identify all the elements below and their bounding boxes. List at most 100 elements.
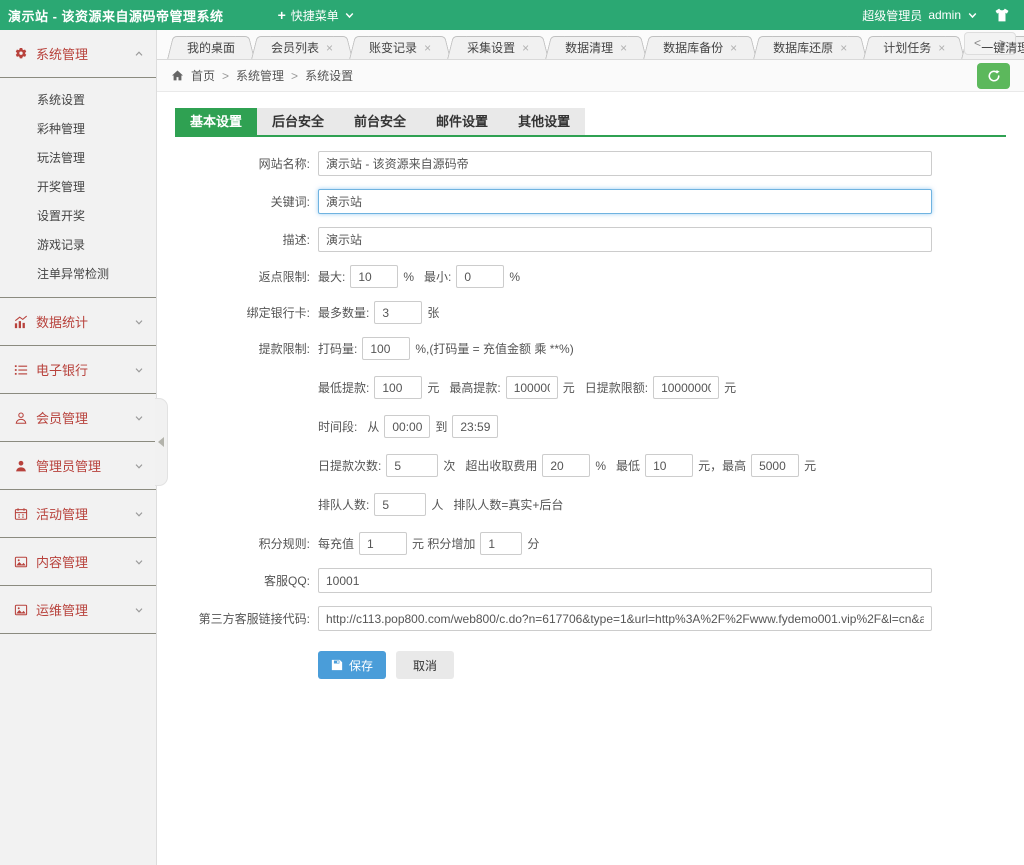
time-from-input[interactable] (384, 415, 430, 438)
tab-db-restore[interactable]: 数据库还原× (764, 36, 856, 59)
tab-data-cleanup[interactable]: 数据清理× (556, 36, 636, 59)
sidebar-group-stats[interactable]: 数据统计 (0, 298, 156, 346)
service-link-input[interactable] (318, 606, 932, 631)
tshirt-skin-icon[interactable] (994, 7, 1010, 23)
yuan-unit: 元 (427, 379, 439, 396)
sidebar-group-label: 数据统计 (36, 312, 88, 331)
bar-chart-icon (12, 315, 29, 329)
sidebar-group-members[interactable]: 会员管理 (0, 394, 156, 442)
points-rule-label: 积分规则: (175, 535, 310, 552)
close-icon[interactable]: × (522, 41, 529, 55)
close-icon[interactable]: × (620, 41, 627, 55)
fee-max-input[interactable] (751, 454, 799, 477)
sidebar-item-play-method[interactable]: 玩法管理 (0, 143, 156, 172)
bank-card-label: 绑定银行卡: (175, 304, 310, 321)
sidebar-group-ebank[interactable]: 电子银行 (0, 346, 156, 394)
tab-other-settings[interactable]: 其他设置 (503, 108, 585, 135)
daily-limit-label: 日提款限额: (585, 379, 648, 396)
sidebar-group-activity[interactable]: 活动管理 (0, 490, 156, 538)
fee-min-input[interactable] (645, 454, 693, 477)
sidebar-group-content[interactable]: 内容管理 (0, 538, 156, 586)
withdraw-min-label: 最低提款: (318, 379, 369, 396)
chevron-up-icon (134, 49, 144, 59)
sidebar-item-lottery-type[interactable]: 彩种管理 (0, 114, 156, 143)
close-icon[interactable]: × (840, 41, 847, 55)
queue-input[interactable] (374, 493, 426, 516)
sidebar-group-admins[interactable]: 管理员管理 (0, 442, 156, 490)
tab-basic-settings[interactable]: 基本设置 (175, 108, 257, 135)
daily-limit-input[interactable] (653, 376, 719, 399)
withdraw-max-input[interactable] (506, 376, 558, 399)
percent-unit: % (595, 459, 606, 473)
breadcrumb-page[interactable]: 系统设置 (305, 67, 353, 84)
close-icon[interactable]: × (730, 41, 737, 55)
daily-times-label: 日提款次数: (318, 457, 381, 474)
rebate-min-input[interactable] (456, 265, 504, 288)
sidebar-item-system-settings[interactable]: 系统设置 (0, 85, 156, 114)
sidebar-item-game-records[interactable]: 游戏记录 (0, 230, 156, 259)
sidebar-item-draw-set[interactable]: 设置开奖 (0, 201, 156, 230)
user-menu[interactable]: 超级管理员 admin (862, 7, 978, 24)
breadcrumb-separator: > (222, 69, 229, 83)
sidebar-group-ops[interactable]: 运维管理 (0, 586, 156, 634)
tab-my-desktop[interactable]: 我的桌面 (178, 36, 244, 59)
breadcrumb-home[interactable]: 首页 (191, 67, 215, 84)
tab-scheduled-tasks[interactable]: 计划任务× (874, 36, 954, 59)
tab-member-list[interactable]: 会员列表× (262, 36, 342, 59)
over-fee-input[interactable] (542, 454, 590, 477)
points-add-input[interactable] (480, 532, 522, 555)
user-solid-icon (12, 459, 29, 473)
queue-row: 排队人数: 人 排队人数=真实+后台 (175, 493, 1006, 516)
tab-frontend-security[interactable]: 前台安全 (339, 108, 421, 135)
points-add-label: 元 积分增加 (412, 535, 475, 552)
bank-count-input[interactable] (374, 301, 422, 324)
breadcrumb: 首页 > 系统管理 > 系统设置 (157, 60, 1024, 92)
tab-collect-settings[interactable]: 采集设置× (458, 36, 538, 59)
points-per-input[interactable] (359, 532, 407, 555)
description-input[interactable] (318, 227, 932, 252)
breadcrumb-section[interactable]: 系统管理 (236, 67, 284, 84)
sidebar-group-label: 系统管理 (36, 44, 88, 63)
save-button[interactable]: 保存 (318, 651, 386, 679)
sidebar: 系统管理 系统设置 彩种管理 玩法管理 开奖管理 设置开奖 游戏记录 注单异常检… (0, 30, 157, 865)
percent-unit: % (509, 270, 520, 284)
sidebar-item-bet-anomaly[interactable]: 注单异常检测 (0, 259, 156, 288)
header-right-area: 超级管理员 admin (862, 7, 1010, 24)
image-icon (12, 603, 29, 617)
cancel-button-label: 取消 (413, 659, 437, 673)
chevron-down-icon (134, 317, 144, 327)
tab-mail-settings[interactable]: 邮件设置 (421, 108, 503, 135)
quick-menu-button[interactable]: + 快捷菜单 (278, 7, 355, 24)
site-name-input[interactable] (318, 151, 932, 176)
yuan-unit: 元 (563, 379, 575, 396)
rebate-max-input[interactable] (350, 265, 398, 288)
percent-unit: % (403, 270, 414, 284)
rebate-limit-label: 返点限制: (175, 268, 310, 285)
refresh-button[interactable] (977, 63, 1010, 89)
cancel-button[interactable]: 取消 (396, 651, 454, 679)
turnover-input[interactable] (362, 337, 410, 360)
close-icon[interactable]: × (424, 41, 431, 55)
sidebar-group-label: 电子银行 (36, 360, 88, 379)
queue-note: 排队人数=真实+后台 (453, 496, 563, 513)
open-tabs-bar: 我的桌面 会员列表× 账变记录× 采集设置× 数据清理× 数据库备份× 数据库还… (157, 30, 1024, 60)
close-icon[interactable]: × (326, 41, 333, 55)
tab-db-backup[interactable]: 数据库备份× (654, 36, 746, 59)
sidebar-collapse-handle[interactable] (155, 398, 168, 486)
time-to-input[interactable] (452, 415, 498, 438)
tab-account-change-log[interactable]: 账变记录× (360, 36, 440, 59)
description-row: 描述: (175, 227, 1006, 252)
app-window: 演示站 - 该资源来自源码帝管理系统 + 快捷菜单 超级管理员 admin (0, 0, 1024, 865)
sidebar-group-system[interactable]: 系统管理 (0, 30, 156, 78)
daily-times-input[interactable] (386, 454, 438, 477)
withdraw-min-input[interactable] (374, 376, 422, 399)
bank-count-unit: 张 (427, 304, 439, 321)
bank-card-row: 绑定银行卡: 最多数量: 张 (175, 301, 1006, 324)
close-icon[interactable]: × (938, 41, 945, 55)
service-qq-input[interactable] (318, 568, 932, 593)
tab-backend-security[interactable]: 后台安全 (257, 108, 339, 135)
sidebar-item-draw-manage[interactable]: 开奖管理 (0, 172, 156, 201)
points-rule-row: 积分规则: 每充值 元 积分增加 分 (175, 532, 1006, 555)
keywords-input[interactable] (318, 189, 932, 214)
over-fee-label: 超出收取费用 (465, 457, 537, 474)
